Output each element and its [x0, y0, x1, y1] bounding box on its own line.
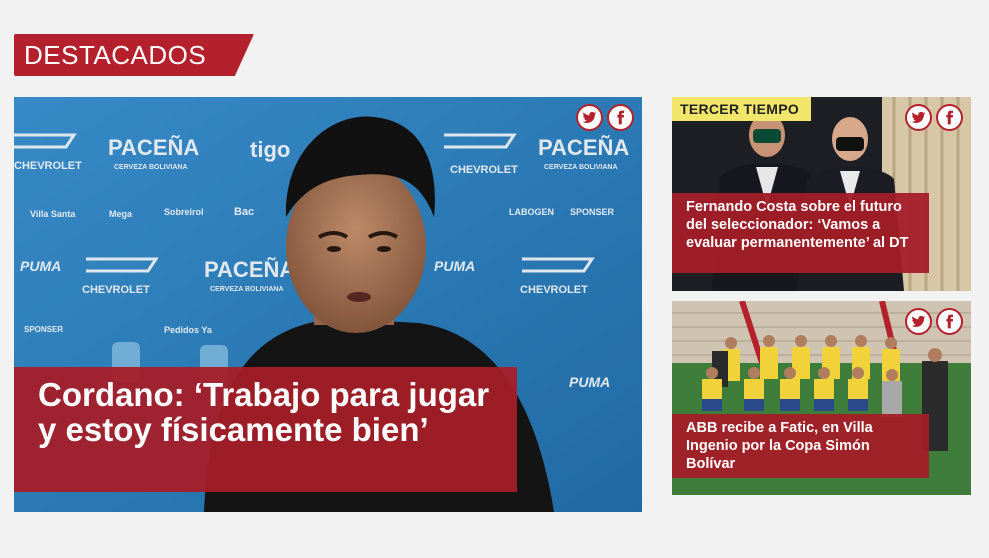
- twitter-icon: [582, 111, 597, 123]
- category-tag[interactable]: TERCER TIEMPO: [672, 97, 812, 121]
- twitter-share-button[interactable]: [905, 104, 932, 131]
- facebook-icon: [946, 110, 954, 125]
- twitter-icon: [911, 315, 926, 327]
- twitter-icon: [911, 111, 926, 123]
- main-share-buttons: [576, 104, 634, 131]
- twitter-share-button[interactable]: [905, 308, 932, 335]
- side-story-headline-2[interactable]: ABB recibe a Fatic, en Villa Ingenio por…: [672, 414, 929, 478]
- side-story-card-2[interactable]: ABB recibe a Fatic, en Villa Ingenio por…: [672, 301, 971, 495]
- side-story-headline-1[interactable]: Fernando Costa sobre el futuro del selec…: [672, 193, 929, 273]
- facebook-icon: [946, 314, 954, 329]
- section-label: DESTACADOS: [14, 34, 254, 76]
- side-1-share-buttons: [905, 104, 963, 131]
- facebook-share-button[interactable]: [936, 308, 963, 335]
- side-story-card-1[interactable]: TERCER TIEMPO Fernando Costa sobre el fu…: [672, 97, 971, 291]
- main-story-card[interactable]: PACEÑA CERVEZA BOLIVIANA PACEÑA CERVEZA …: [14, 97, 642, 512]
- facebook-share-button[interactable]: [607, 104, 634, 131]
- side-2-share-buttons: [905, 308, 963, 335]
- facebook-share-button[interactable]: [936, 104, 963, 131]
- facebook-icon: [617, 110, 625, 125]
- twitter-share-button[interactable]: [576, 104, 603, 131]
- main-story-headline[interactable]: Cordano: ‘Trabajo para jugar y estoy fís…: [14, 367, 517, 492]
